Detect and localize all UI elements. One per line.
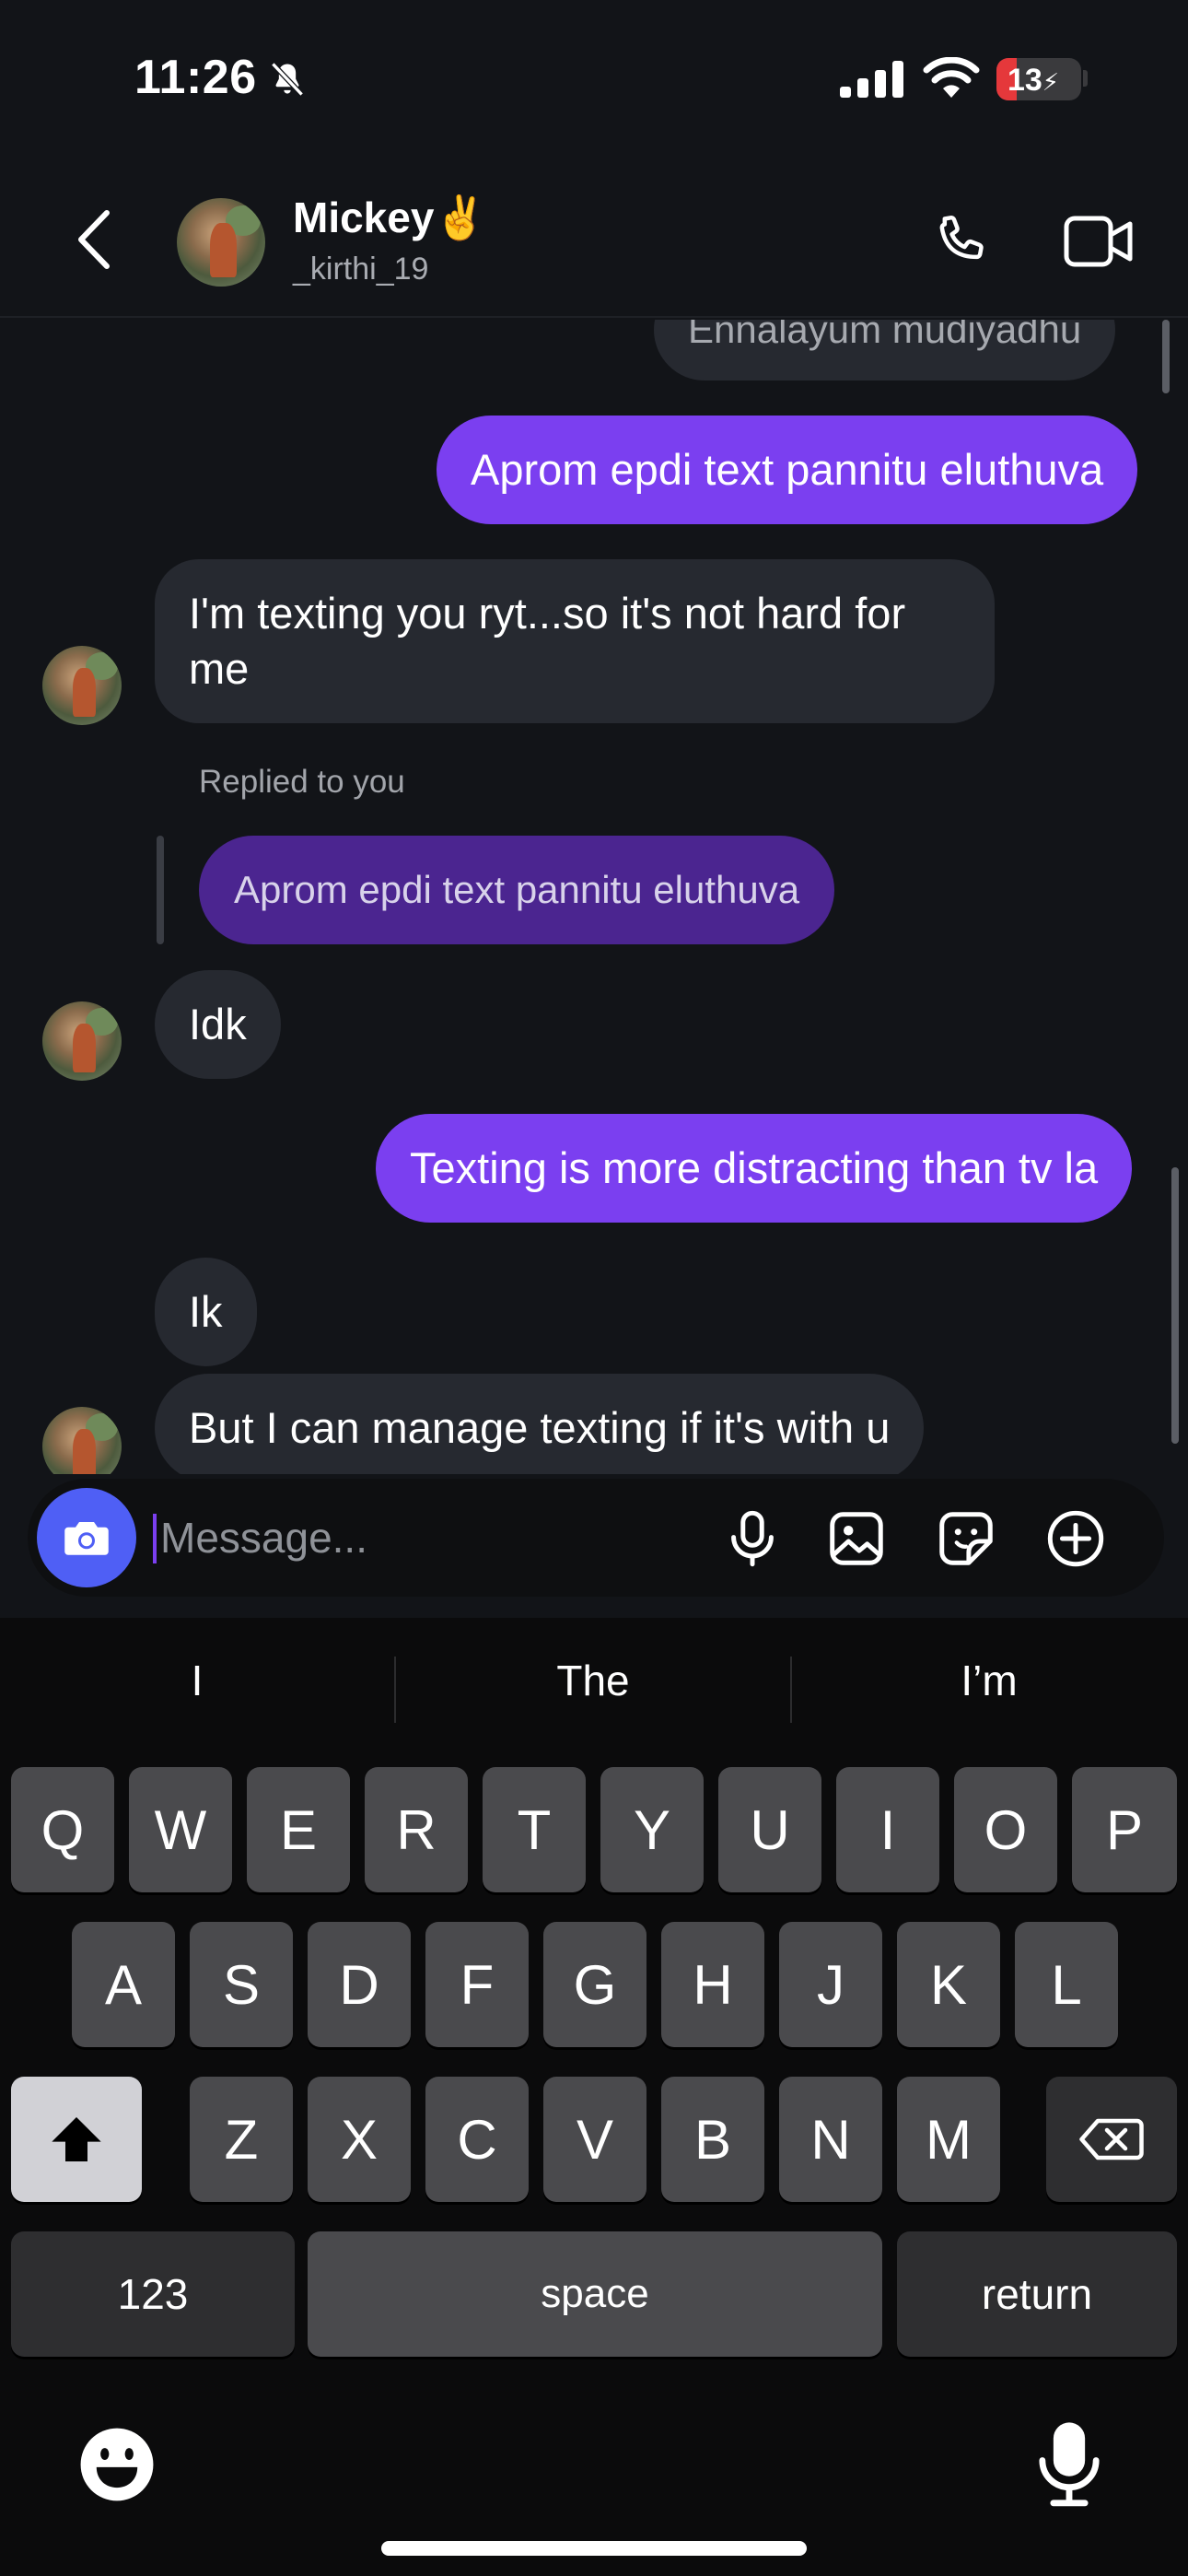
- key-b[interactable]: B: [661, 2077, 764, 2202]
- key-p[interactable]: P: [1072, 1767, 1177, 1892]
- key-f[interactable]: F: [425, 1922, 529, 2047]
- key-i[interactable]: I: [836, 1767, 939, 1892]
- battery-percent: 13⚡: [1007, 63, 1060, 98]
- message-line: me: [189, 644, 250, 693]
- message-input[interactable]: [160, 1501, 713, 1575]
- scrollbar-thumb[interactable]: [1171, 1167, 1179, 1444]
- backspace-icon: [1079, 2118, 1144, 2160]
- status-bar: 11:26 13⚡: [0, 0, 1188, 161]
- key-r[interactable]: R: [365, 1767, 468, 1892]
- delete-key[interactable]: [1046, 2077, 1177, 2202]
- sender-avatar[interactable]: [42, 1001, 122, 1081]
- bell-muted-icon: [271, 62, 304, 97]
- home-indicator[interactable]: [381, 2541, 807, 2556]
- chat-screen: 11:26 13⚡ Mickey✌️ _kirthi_19 Ennalayum …: [0, 0, 1188, 1618]
- cellular-signal-icon: [840, 61, 903, 98]
- video-call-icon[interactable]: [1063, 213, 1135, 270]
- message-incoming[interactable]: Ennalayum mudiyadhu: [654, 320, 1116, 381]
- key-j[interactable]: J: [779, 1922, 882, 2047]
- gallery-icon[interactable]: [824, 1506, 889, 1571]
- keyboard: I The I’m Q W E R T Y U I O P A S D F G …: [0, 1618, 1188, 2576]
- shift-arrow-icon: [52, 2117, 101, 2161]
- message-line: I'm texting you ryt...so it's not hard f…: [189, 589, 906, 638]
- message-incoming[interactable]: Ik: [155, 1258, 257, 1366]
- key-q[interactable]: Q: [11, 1767, 114, 1892]
- message-composer: [28, 1479, 1164, 1597]
- wifi-icon: [923, 57, 980, 98]
- message-outgoing[interactable]: Aprom epdi text pannitu eluthuva: [437, 416, 1138, 524]
- plus-circle-icon[interactable]: [1043, 1506, 1108, 1571]
- text-caret: [153, 1514, 157, 1563]
- key-a[interactable]: A: [72, 1922, 175, 2047]
- key-x[interactable]: X: [308, 2077, 411, 2202]
- message-outgoing[interactable]: Texting is more distracting than tv la: [376, 1114, 1133, 1223]
- key-g[interactable]: G: [543, 1922, 646, 2047]
- numbers-key[interactable]: 123: [11, 2231, 295, 2357]
- key-s[interactable]: S: [190, 1922, 293, 2047]
- suggestion-3[interactable]: I’m: [792, 1644, 1186, 1717]
- key-y[interactable]: Y: [600, 1767, 704, 1892]
- quoted-message[interactable]: Aprom epdi text pannitu eluthuva: [199, 836, 835, 944]
- message-incoming[interactable]: Idk: [155, 970, 281, 1079]
- message-incoming[interactable]: I'm texting you ryt...so it's not hard f…: [155, 559, 995, 723]
- key-o[interactable]: O: [954, 1767, 1057, 1892]
- message-thread[interactable]: Ennalayum mudiyadhu Aprom epdi text pann…: [0, 320, 1188, 1474]
- key-u[interactable]: U: [718, 1767, 821, 1892]
- key-m[interactable]: M: [897, 2077, 1000, 2202]
- key-n[interactable]: N: [779, 2077, 882, 2202]
- sticker-icon[interactable]: [934, 1506, 998, 1571]
- scrollbar-thumb[interactable]: [1162, 320, 1170, 393]
- suggestion-1[interactable]: I: [0, 1644, 394, 1717]
- contact-username[interactable]: _kirthi_19: [293, 252, 428, 287]
- key-w[interactable]: W: [129, 1767, 232, 1892]
- chat-header: Mickey✌️ _kirthi_19: [0, 161, 1188, 318]
- key-l[interactable]: L: [1015, 1922, 1118, 2047]
- battery-cap: [1083, 70, 1088, 87]
- key-d[interactable]: D: [308, 1922, 411, 2047]
- status-time: 11:26: [134, 51, 257, 104]
- reply-label: Replied to you: [199, 764, 405, 800]
- key-z[interactable]: Z: [190, 2077, 293, 2202]
- key-k[interactable]: K: [897, 1922, 1000, 2047]
- shift-key[interactable]: [11, 2077, 142, 2202]
- message-incoming[interactable]: But I can manage texting if it's with u: [155, 1374, 925, 1474]
- key-t[interactable]: T: [483, 1767, 586, 1892]
- key-v[interactable]: V: [543, 2077, 646, 2202]
- key-c[interactable]: C: [425, 2077, 529, 2202]
- space-key[interactable]: space: [308, 2231, 882, 2357]
- sender-avatar[interactable]: [42, 646, 122, 725]
- camera-icon: [64, 1522, 109, 1555]
- contact-name[interactable]: Mickey✌️: [293, 193, 487, 243]
- key-h[interactable]: H: [661, 1922, 764, 2047]
- emoji-icon[interactable]: [77, 2425, 157, 2504]
- suggestion-2[interactable]: The: [396, 1644, 790, 1717]
- dictation-microphone-icon[interactable]: [1037, 2419, 1101, 2508]
- return-key[interactable]: return: [897, 2231, 1177, 2357]
- phone-call-icon[interactable]: [926, 209, 993, 275]
- sender-avatar[interactable]: [42, 1407, 122, 1474]
- microphone-icon[interactable]: [720, 1506, 785, 1571]
- battery-indicator: 13⚡: [996, 58, 1081, 100]
- back-chevron-icon[interactable]: [74, 207, 116, 272]
- contact-avatar[interactable]: [177, 198, 265, 287]
- reply-indicator-bar: [157, 836, 164, 944]
- key-e[interactable]: E: [247, 1767, 350, 1892]
- camera-button[interactable]: [37, 1488, 136, 1587]
